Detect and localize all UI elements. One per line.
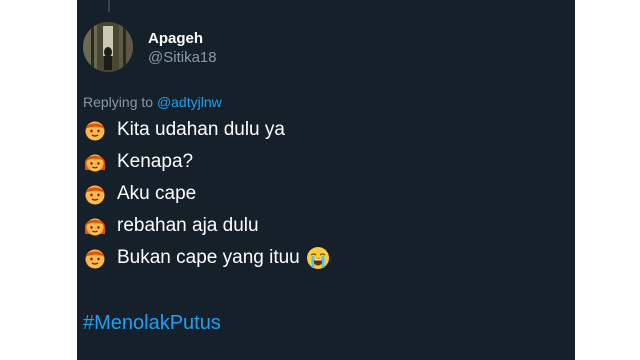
- tweet-line-text: rebahan aja dulu: [117, 215, 259, 236]
- tweet-line: Aku cape: [83, 178, 330, 210]
- tweet-line-text: Kita udahan dulu ya: [117, 119, 285, 140]
- tweet-line: Bukan cape yang ituu: [83, 242, 330, 274]
- tweet-line-text: Kenapa?: [117, 151, 194, 172]
- tweet-body: Kita udahan dulu ya Kenapa? Aku cape reb…: [83, 114, 330, 274]
- girl-emoji-icon: [84, 218, 106, 236]
- avatar[interactable]: [83, 22, 133, 72]
- tweet-line-text: Aku cape: [117, 183, 197, 204]
- girl-emoji-icon: [84, 154, 106, 172]
- tweet-header: Apageh @Sitika18: [148, 30, 217, 68]
- hashtag-link[interactable]: #MenolakPutus: [83, 312, 221, 335]
- loudly-crying-face-icon: [306, 247, 329, 269]
- tweet-line: rebahan aja dulu: [83, 210, 330, 242]
- tweet-line-text: Bukan cape yang ituu: [117, 247, 300, 268]
- user-handle[interactable]: @Sitika18: [148, 48, 217, 68]
- tweet-line: Kenapa?: [83, 146, 330, 178]
- replying-to-line: Replying to @adtyjlnw: [83, 94, 222, 110]
- replying-to-label: Replying to: [83, 94, 154, 110]
- thread-connector-line: [108, 0, 110, 12]
- replying-to-user-link[interactable]: @adtyjlnw: [157, 94, 222, 110]
- display-name[interactable]: Apageh: [148, 30, 217, 48]
- boy-emoji-icon: [85, 185, 105, 205]
- boy-emoji-icon: [85, 121, 105, 141]
- tweet-line: Kita udahan dulu ya: [83, 114, 330, 146]
- boy-emoji-icon: [85, 249, 105, 269]
- tweet-card: Apageh @Sitika18 Replying to @adtyjlnw K…: [77, 0, 575, 360]
